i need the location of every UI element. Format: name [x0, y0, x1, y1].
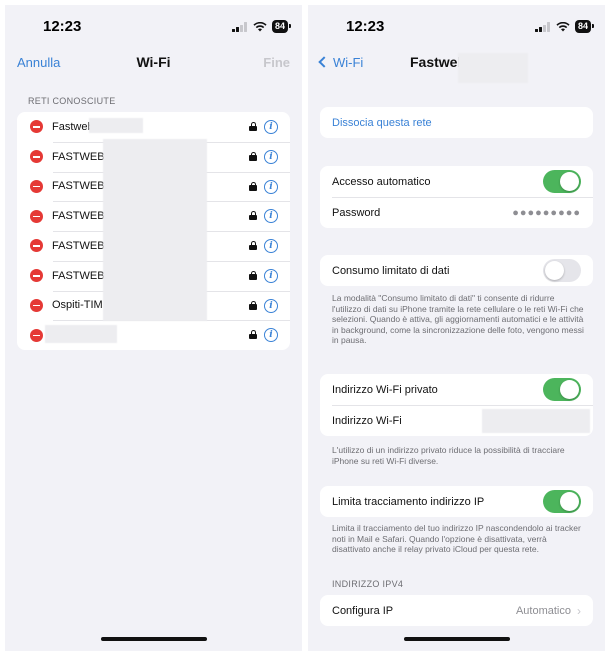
status-icons: 84	[534, 20, 595, 33]
remove-icon[interactable]	[30, 239, 43, 253]
battery-icon: 84	[271, 20, 292, 33]
battery-icon: 84	[574, 20, 595, 33]
status-time: 12:23	[346, 18, 385, 35]
password-label: Password	[332, 206, 381, 219]
forget-network-button[interactable]: Dissocia questa rete	[320, 107, 593, 138]
info-icon[interactable]: i	[264, 149, 278, 164]
done-button[interactable]: Fine	[263, 55, 290, 70]
low-data-note: La modalità "Consumo limitato di dati" t…	[332, 293, 584, 345]
info-icon[interactable]: i	[264, 120, 278, 134]
lock-icon	[249, 181, 257, 191]
redacted-area	[45, 325, 117, 344]
info-icon[interactable]: i	[264, 268, 278, 283]
lock-icon	[249, 270, 257, 280]
auto-join-row: Accesso automatico	[320, 166, 593, 197]
network-name: FASTWEB	[52, 180, 105, 193]
configure-ip-label: Configura IP	[332, 604, 394, 617]
back-button[interactable]: Wi-Fi	[318, 55, 364, 70]
private-address-row: Indirizzo Wi-Fi privato	[320, 374, 593, 405]
back-chevron-icon	[318, 56, 330, 68]
private-address-toggle[interactable]	[543, 378, 581, 401]
lock-icon	[249, 330, 257, 340]
lock-icon	[249, 241, 257, 250]
ipv4-card: Configura IP Automatico ›	[320, 595, 593, 626]
info-icon[interactable]: i	[264, 298, 278, 313]
remove-icon[interactable]	[30, 179, 43, 193]
low-data-toggle[interactable]	[543, 259, 581, 282]
info-icon[interactable]: i	[264, 328, 278, 343]
redacted-area	[89, 118, 143, 133]
network-name: FASTWEB	[52, 239, 105, 252]
limit-tracking-note: Limita il tracciamento del tuo indirizzo…	[332, 523, 581, 554]
auto-join-label: Accesso automatico	[332, 175, 431, 188]
low-data-label: Consumo limitato di dati	[332, 264, 450, 277]
remove-icon[interactable]	[30, 269, 43, 283]
page-title: Wi-Fi	[136, 54, 171, 70]
redacted-area	[482, 409, 590, 433]
known-networks-list: Fastweb i FASTWEB i FASTWEB i FASTWEB i …	[17, 112, 290, 350]
wifi-icon	[556, 21, 570, 31]
network-name: Fastweb	[52, 120, 94, 133]
status-bar: 12:23 84	[5, 5, 302, 49]
remove-icon[interactable]	[30, 328, 43, 342]
network-name: FASTWEB	[52, 150, 105, 163]
wifi-icon	[253, 21, 267, 31]
configure-ip-row[interactable]: Configura IP Automatico ›	[320, 595, 593, 626]
wifi-address-row: Indirizzo Wi-Fi	[320, 405, 593, 436]
nav-bar: Wi-Fi Fastweb	[308, 49, 605, 83]
lock-icon	[249, 211, 257, 221]
back-label: Wi-Fi	[333, 55, 364, 70]
access-card: Accesso automatico Password ●●●●●●●●●	[320, 166, 593, 228]
low-data-row: Consumo limitato di dati	[320, 255, 593, 286]
forget-card: Dissocia questa rete	[320, 107, 593, 138]
network-name: FASTWEB	[52, 210, 105, 223]
list-item[interactable]: i	[17, 320, 290, 350]
known-networks-header: RETI CONOSCIUTE	[28, 96, 116, 106]
tracking-card: Limita tracciamento indirizzo IP	[320, 486, 593, 517]
remove-icon[interactable]	[30, 209, 43, 223]
nav-bar: Annulla Wi-Fi Fine	[5, 49, 302, 79]
remove-icon[interactable]	[30, 120, 43, 134]
limit-tracking-label: Limita tracciamento indirizzo IP	[332, 495, 485, 508]
lock-icon	[249, 122, 257, 131]
private-address-note: L'utilizzo di un indirizzo privato riduc…	[332, 445, 565, 466]
low-data-card: Consumo limitato di dati	[320, 255, 593, 286]
list-item[interactable]: Fastweb i	[17, 112, 290, 142]
password-value: ●●●●●●●●●	[512, 206, 581, 219]
limit-tracking-row: Limita tracciamento indirizzo IP	[320, 486, 593, 517]
network-name: Ospiti-TIM	[52, 299, 103, 312]
network-name: FASTWEB	[52, 269, 105, 282]
info-icon[interactable]: i	[264, 179, 278, 194]
status-time: 12:23	[43, 18, 82, 35]
password-row[interactable]: Password ●●●●●●●●●	[320, 197, 593, 228]
home-indicator	[403, 637, 510, 641]
private-address-label: Indirizzo Wi-Fi privato	[332, 383, 438, 396]
info-icon[interactable]: i	[264, 209, 278, 224]
network-detail-screen: 12:23 84 Wi-Fi Fastweb Dissocia questa r…	[308, 5, 605, 651]
lock-icon	[249, 300, 257, 310]
info-icon[interactable]: i	[264, 239, 278, 253]
redacted-area	[458, 53, 528, 83]
status-bar: 12:23 84	[308, 5, 605, 49]
configure-ip-value: Automatico	[515, 604, 571, 617]
lock-icon	[249, 151, 257, 161]
signal-icon	[231, 21, 247, 32]
chevron-right-icon: ›	[577, 603, 581, 618]
remove-icon[interactable]	[30, 150, 43, 164]
privacy-card: Indirizzo Wi-Fi privato Indirizzo Wi-Fi	[320, 374, 593, 436]
home-indicator	[100, 637, 207, 641]
limit-tracking-toggle[interactable]	[543, 490, 581, 513]
wifi-list-screen: 12:23 84 Annulla Wi-Fi Fine RETI CONOSCI…	[5, 5, 302, 651]
status-icons: 84	[231, 20, 292, 33]
remove-icon[interactable]	[30, 298, 43, 312]
auto-join-toggle[interactable]	[543, 170, 581, 193]
signal-icon	[534, 21, 550, 32]
redacted-area	[103, 139, 207, 321]
ipv4-header: INDIRIZZO IPV4	[332, 579, 404, 589]
forget-network-label: Dissocia questa rete	[332, 116, 432, 129]
